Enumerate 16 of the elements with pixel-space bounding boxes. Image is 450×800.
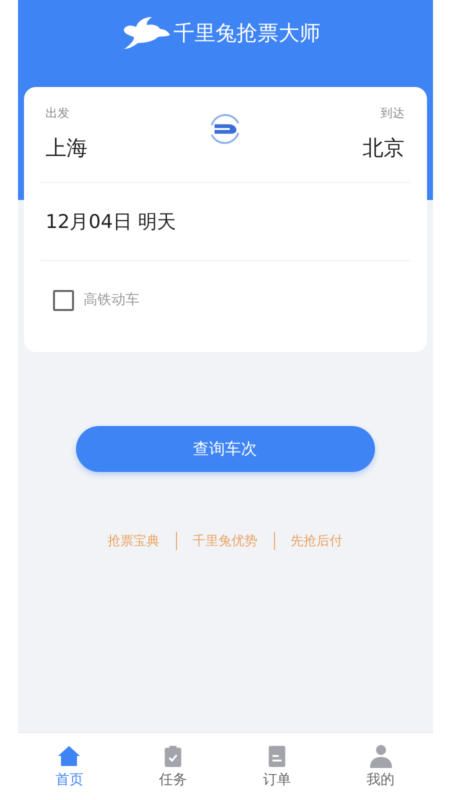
document-icon: [266, 744, 288, 768]
search-button[interactable]: 查询车次: [76, 426, 374, 472]
clipboard-check-icon: [162, 744, 184, 768]
to-label: 到达: [380, 105, 404, 122]
checkbox[interactable]: [52, 290, 74, 310]
nav-tab[interactable]: 任务: [121, 733, 225, 800]
departure-date[interactable]: 12月04日 明天: [46, 208, 176, 234]
app-title: 千里兔抢票大师: [174, 20, 320, 47]
from-city[interactable]: 上海: [46, 134, 88, 162]
home-icon: [56, 744, 82, 768]
person-icon: [368, 744, 394, 768]
nav-tab[interactable]: 首页: [18, 733, 122, 800]
nav-tab[interactable]: 订单: [225, 733, 329, 800]
nav-tab[interactable]: 我的: [328, 733, 432, 800]
from-label: 出发: [46, 105, 70, 122]
to-city[interactable]: 北京: [362, 134, 404, 162]
